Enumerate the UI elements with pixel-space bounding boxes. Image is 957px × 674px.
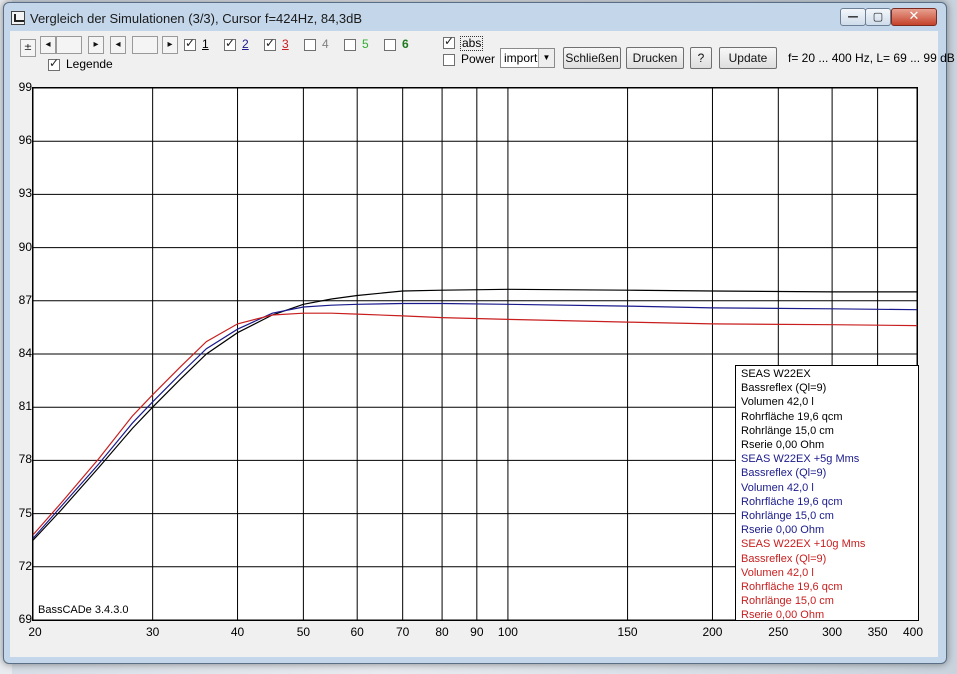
legend-entry-3-5: Rohrlänge 15,0 cm: [741, 595, 834, 608]
maximize-icon: ▢: [872, 10, 884, 23]
series-2-label: 2: [242, 37, 249, 51]
x-tick-label-12: 300: [822, 625, 843, 639]
legend-entry-3-2: Bassreflex (Ql=9): [741, 552, 827, 565]
x-tick-label-4: 60: [350, 625, 364, 639]
close-button[interactable]: ✕: [891, 8, 937, 26]
series-4-label: 4: [322, 37, 329, 51]
nav-middle-button-2[interactable]: [132, 36, 158, 54]
minimize-button[interactable]: —: [840, 8, 866, 26]
series-1-label: 1: [202, 37, 209, 51]
window-title: Vergleich der Simulationen (3/3), Cursor…: [30, 11, 363, 26]
nav-middle-button-1[interactable]: [56, 36, 82, 54]
series-3-checkbox[interactable]: [264, 36, 276, 51]
x-tick-label-6: 80: [435, 625, 449, 639]
y-tick-label-2: 75: [18, 505, 32, 520]
print-button[interactable]: Drucken: [626, 47, 684, 69]
legend-entry-2-1: SEAS W22EX +5g Mms: [741, 453, 860, 466]
y-tick-label-4: 81: [18, 399, 32, 414]
power-checkbox-label: Power: [461, 52, 496, 66]
x-tick-label-0: 20: [28, 625, 42, 639]
legend-entry-2-5: Rohrlänge 15,0 cm: [741, 510, 834, 522]
legend-entry-2-3: Volumen 42,0 l: [741, 481, 814, 494]
legend-entry-3-6: Rserie 0,00 Ohm: [741, 609, 825, 622]
nav-right-button-2[interactable]: ▸: [162, 36, 178, 54]
y-tick-label-1: 72: [18, 558, 32, 573]
y-tick-label-7: 90: [18, 239, 32, 254]
import-select-value: import: [504, 51, 538, 65]
power-checkbox[interactable]: [443, 54, 455, 66]
app-icon[interactable]: [11, 11, 25, 25]
abs-checkbox[interactable]: [443, 34, 455, 49]
title-bar[interactable]: Vergleich der Simulationen (3/3), Cursor…: [4, 3, 946, 31]
y-tick-label-6: 87: [18, 292, 32, 307]
chevron-down-icon[interactable]: ▼: [538, 49, 554, 67]
nav-left-button-2[interactable]: ◂: [110, 36, 126, 54]
range-readout: f= 20 ... 400 Hz, L= 69 ... 99 dB: [788, 51, 955, 65]
minimize-icon: —: [847, 10, 859, 23]
y-tick-label-8: 93: [18, 186, 32, 201]
x-tick-label-8: 100: [497, 625, 518, 639]
maximize-button[interactable]: ▢: [865, 8, 891, 26]
series-1-checkbox[interactable]: [184, 36, 196, 51]
legend-entry-1-3: Volumen 42,0 l: [741, 396, 814, 409]
help-button[interactable]: ?: [690, 47, 712, 69]
legend-entry-1-6: Rserie 0,00 Ohm: [741, 439, 825, 451]
client-area: ± ◂ ▸ ◂ ▸ 1 2 3 4 5 6 Legende abs Power …: [10, 31, 955, 657]
y-tick-label-9: 96: [18, 133, 32, 148]
nav-left-button-1[interactable]: ◂: [40, 36, 56, 54]
x-tick-label-11: 250: [768, 625, 789, 639]
import-select[interactable]: import ▼: [500, 48, 555, 68]
y-tick-label-5: 84: [18, 346, 32, 360]
chart-legend: SEAS W22EX Bassreflex (Ql=9) Volumen 42,0 …: [735, 365, 919, 621]
legend-checkbox-label: Legende: [66, 57, 113, 71]
y-tick-label-10: 99: [18, 80, 32, 94]
x-tick-label-7: 90: [470, 625, 484, 639]
series-6-checkbox[interactable]: [384, 39, 396, 51]
scale-toggle-button[interactable]: ±: [20, 39, 36, 57]
abs-checkbox-label: abs: [460, 36, 484, 51]
simulation-compare-window: Vergleich der Simulationen (3/3), Cursor…: [3, 2, 955, 664]
legend-checkbox[interactable]: [48, 56, 60, 71]
series-3-label: 3: [282, 37, 289, 51]
x-tick-label-3: 50: [296, 625, 311, 639]
x-tick-label-1: 30: [145, 625, 160, 639]
series-5-checkbox[interactable]: [344, 39, 356, 51]
close-dialog-button[interactable]: Schließen: [563, 47, 621, 69]
legend-entry-3-4: Rohrfläche 19,6 qcm: [741, 581, 843, 593]
x-tick-label-5: 70: [395, 625, 410, 639]
legend-entry-3-1: SEAS W22EX +10g Mms: [741, 538, 866, 551]
x-tick-label-14: 400: [902, 625, 924, 639]
x-tick-label-13: 350: [867, 625, 888, 639]
x-tick-label-9: 150: [617, 625, 638, 639]
legend-entry-1-4: Rohrfläche 19,6 qcm: [741, 410, 843, 423]
legend-entry-1-5: Rohrlänge 15,0 cm: [741, 424, 834, 437]
nav-right-button-1[interactable]: ▸: [88, 36, 104, 54]
legend-entry-2-6: Rserie 0,00 Ohm: [741, 524, 825, 537]
version-label: BassCADe 3.4.3.0: [38, 604, 129, 616]
legend-entry-1-1: SEAS W22EX: [741, 368, 811, 380]
close-icon: ✕: [908, 9, 920, 24]
series-6-label: 6: [402, 37, 409, 51]
legend-entry-2-2: Bassreflex (Ql=9): [741, 467, 827, 480]
series-4-checkbox[interactable]: [304, 39, 316, 51]
x-tick-label-10: 200: [702, 625, 723, 639]
x-tick-label-2: 40: [230, 625, 245, 639]
y-tick-label-3: 78: [18, 452, 32, 467]
legend-entry-1-2: Bassreflex (Ql=9): [741, 382, 827, 395]
legend-entry-2-4: Rohrfläche 19,6 qcm: [741, 495, 843, 508]
series-2-checkbox[interactable]: [224, 36, 236, 51]
y-tick-label-0: 69: [18, 612, 32, 626]
update-button[interactable]: Update: [719, 47, 777, 69]
series-5-label: 5: [362, 37, 369, 51]
legend-entry-3-3: Volumen 42,0 l: [741, 566, 814, 579]
